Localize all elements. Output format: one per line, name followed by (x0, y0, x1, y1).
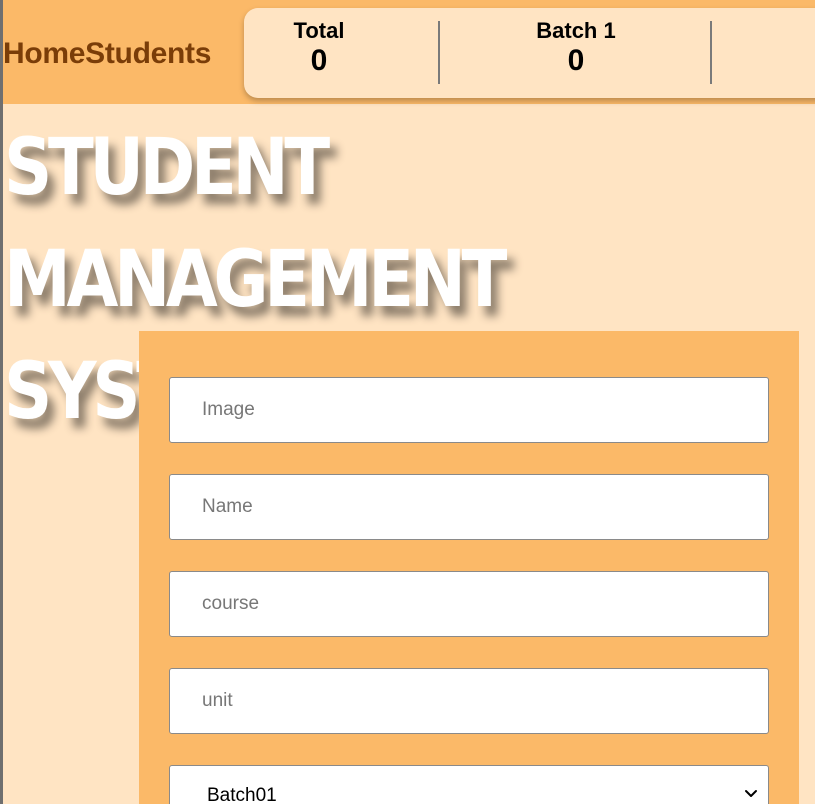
course-input[interactable] (169, 571, 769, 637)
name-input[interactable] (169, 474, 769, 540)
stat-batch-1: Batch 1 0 (506, 18, 646, 78)
batch-select-value: Batch01 (207, 785, 277, 804)
stat-value: 0 (310, 44, 328, 77)
nav-home-link[interactable]: Home (3, 37, 85, 70)
image-input[interactable] (169, 377, 769, 443)
student-form: Batch01 (139, 331, 799, 804)
nav-links: HomeStudents (3, 37, 211, 71)
stat-batch-2: B (764, 18, 815, 44)
nav-students-link[interactable]: Students (85, 37, 211, 70)
stat-divider (710, 21, 712, 84)
stat-value: 0 (567, 44, 585, 77)
top-strip (3, 0, 815, 7)
unit-input[interactable] (169, 668, 769, 734)
window-edge (0, 0, 3, 804)
batch-select[interactable]: Batch01 (169, 765, 769, 804)
stat-label: B (764, 18, 815, 44)
stats-card: Total 0 Batch 1 0 B (244, 8, 815, 98)
stat-divider (438, 21, 440, 84)
stat-label: Batch 1 (536, 18, 616, 43)
stat-total: Total 0 (274, 18, 364, 78)
chevron-down-icon (745, 790, 757, 797)
stat-label: Total (293, 18, 345, 43)
